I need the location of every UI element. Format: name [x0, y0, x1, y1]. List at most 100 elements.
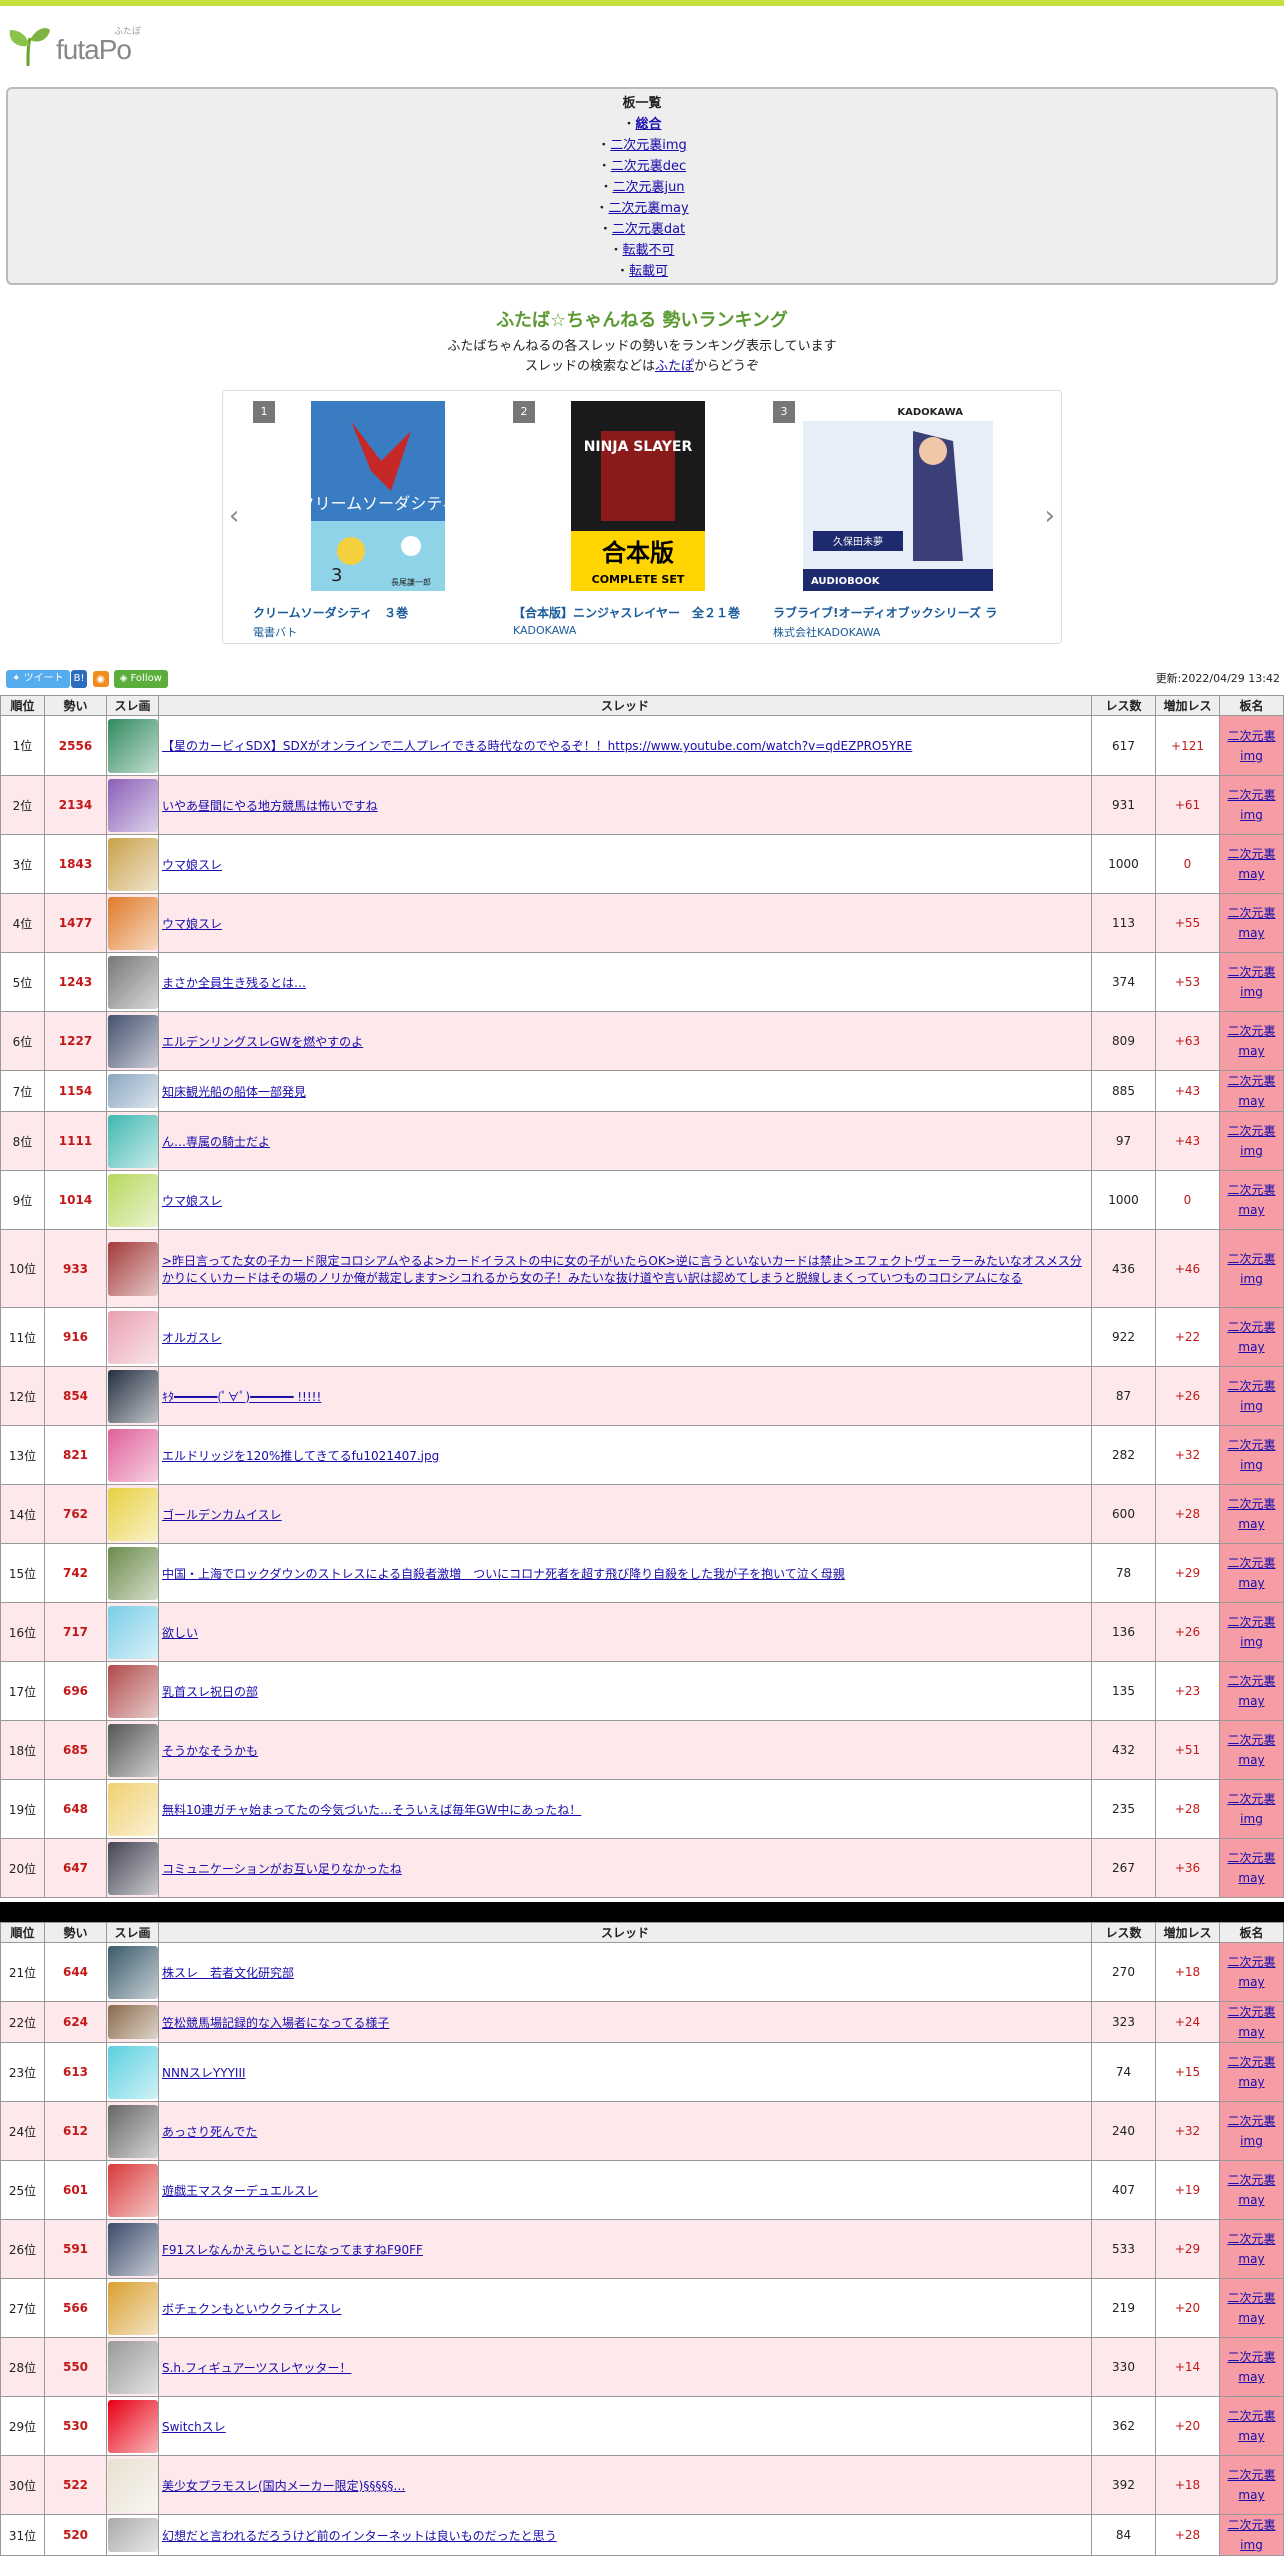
board-link[interactable]: 二次元裏may: [1227, 2232, 1275, 2266]
thread-thumbnail[interactable]: [107, 1074, 158, 1108]
thumb-cell[interactable]: [106, 1425, 159, 1485]
thumb-cell[interactable]: [106, 1661, 159, 1721]
thread-link[interactable]: >昨日言ってた女の子カード限定コロシアムやるよ>カードイラストの中に女の子がいた…: [162, 1254, 1082, 1285]
thumb-cell[interactable]: [106, 1170, 159, 1230]
thumb-cell[interactable]: [106, 775, 159, 835]
thread-thumbnail[interactable]: [107, 1782, 158, 1836]
board-link[interactable]: 二次元裏jun: [612, 180, 684, 195]
rss-icon[interactable]: ◉: [92, 670, 109, 687]
board-link[interactable]: 二次元裏may: [1227, 2005, 1275, 2039]
thumb-cell[interactable]: [106, 2219, 159, 2279]
thread-thumbnail[interactable]: [107, 2281, 158, 2335]
thread-link[interactable]: いやあ昼間にやる地方競馬は怖いですね: [162, 799, 378, 813]
board-link[interactable]: 総合: [636, 117, 662, 132]
board-link[interactable]: 二次元裏img: [1227, 1252, 1275, 1286]
thumb-cell[interactable]: [106, 834, 159, 894]
thread-thumbnail[interactable]: [107, 778, 158, 832]
thread-thumbnail[interactable]: [107, 837, 158, 891]
thread-thumbnail[interactable]: [107, 1241, 158, 1296]
thread-thumbnail[interactable]: [107, 2045, 158, 2099]
thread-link[interactable]: 株スレ 若者文化研究部: [162, 1966, 294, 1980]
thread-link[interactable]: ウマ娘スレ: [162, 917, 222, 931]
thread-thumbnail[interactable]: [107, 2340, 158, 2394]
thumb-cell[interactable]: [106, 1307, 159, 1367]
board-link[interactable]: 二次元裏may: [1227, 1183, 1275, 1217]
hatena-bookmark-button[interactable]: B!: [70, 669, 88, 688]
board-link[interactable]: 二次元裏img: [1227, 2114, 1275, 2148]
board-link[interactable]: 二次元裏may: [1227, 1851, 1275, 1885]
tweet-button[interactable]: ✦ ツイート: [6, 669, 70, 688]
board-link[interactable]: 二次元裏may: [1227, 1074, 1275, 1108]
board-link[interactable]: 二次元裏may: [1227, 2055, 1275, 2089]
board-link[interactable]: 二次元裏img: [1227, 1124, 1275, 1158]
book-cover-3[interactable]: KADOKAWA 久保田未夢 AUDIOBOOK: [803, 401, 993, 591]
thread-link[interactable]: ゴールデンカムイスレ: [162, 1508, 282, 1522]
thread-link[interactable]: Switchスレ: [162, 2420, 226, 2434]
slide-title[interactable]: 【合本版】ニンジャスレイヤー 全２１巻: [513, 604, 763, 621]
thread-thumbnail[interactable]: [107, 1173, 158, 1227]
thumb-cell[interactable]: [106, 1720, 159, 1780]
thumb-cell[interactable]: [106, 2001, 159, 2043]
thumb-cell[interactable]: [106, 715, 159, 776]
thumb-cell[interactable]: [106, 1543, 159, 1603]
board-item-zatsudan[interactable]: ・雑談: [8, 282, 1276, 283]
thumb-cell[interactable]: [106, 1838, 159, 1898]
board-link[interactable]: 二次元裏may: [1227, 2409, 1275, 2443]
carousel-slide-2[interactable]: 2 NINJA SLAYER 合本版 COMPLETE SET 【合本版】ニンジ…: [513, 401, 753, 641]
thumb-cell[interactable]: [106, 2337, 159, 2397]
thread-link[interactable]: 幻想だと言われるだろうけど前のインターネットは良いものだったと思う: [162, 2529, 557, 2543]
thread-thumbnail[interactable]: [107, 1114, 158, 1168]
thumb-cell[interactable]: [106, 1229, 159, 1308]
thumb-cell[interactable]: [106, 952, 159, 1012]
carousel-slide-3[interactable]: 3 KADOKAWA 久保田未夢 AUDIOBOOK ラブライブ!オーディオブッ…: [773, 401, 1013, 641]
board-item-jun[interactable]: ・二次元裏jun: [8, 177, 1276, 198]
board-link[interactable]: 二次元裏img: [1227, 965, 1275, 999]
thread-thumbnail[interactable]: [107, 955, 158, 1009]
board-link[interactable]: 二次元裏img: [1227, 729, 1275, 763]
thread-link[interactable]: 笠松競馬場記録的な入場者になってる様子: [162, 2016, 389, 2030]
board-link[interactable]: 二次元裏may: [1227, 1024, 1275, 1058]
board-link[interactable]: 二次元裏img: [1227, 1438, 1275, 1472]
thread-link[interactable]: 無料10連ガチャ始まってたの今気づいた…そういえば毎年GW中にあったね！: [162, 1803, 581, 1817]
board-link[interactable]: 二次元裏may: [1227, 2468, 1275, 2502]
board-link[interactable]: 転載不可: [623, 243, 675, 258]
board-link[interactable]: 二次元裏may: [1227, 906, 1275, 940]
board-item-may[interactable]: ・二次元裏may: [8, 198, 1276, 219]
thread-thumbnail[interactable]: [107, 718, 158, 773]
book-cover-1[interactable]: クリームソーダシティ 3 長尾謙一郎: [311, 401, 445, 591]
thread-link[interactable]: 遊戯王マスターデュエルスレ: [162, 2184, 318, 2198]
thumb-cell[interactable]: [106, 893, 159, 953]
thread-thumbnail[interactable]: [107, 1605, 158, 1659]
board-link[interactable]: 二次元裏may: [1227, 1733, 1275, 1767]
thumb-cell[interactable]: [106, 1942, 159, 2002]
thread-thumbnail[interactable]: [107, 1945, 158, 1999]
thread-thumbnail[interactable]: [107, 1546, 158, 1600]
board-link[interactable]: 二次元裏img: [1227, 1615, 1275, 1649]
board-link[interactable]: 二次元裏img: [1227, 2518, 1275, 2552]
thread-link[interactable]: F91スレなんかえらいことになってますねF90FF: [162, 2243, 423, 2257]
thumb-cell[interactable]: [106, 2278, 159, 2338]
board-link[interactable]: 二次元裏img: [1227, 1379, 1275, 1413]
board-link[interactable]: 二次元裏may: [608, 201, 688, 216]
thread-thumbnail[interactable]: [107, 1428, 158, 1482]
thread-link[interactable]: 知床観光船の船体一部発見: [162, 1085, 306, 1099]
board-link[interactable]: 二次元裏may: [1227, 1320, 1275, 1354]
thread-link[interactable]: そうかなそうかも: [162, 1744, 258, 1758]
thread-link[interactable]: エルドリッジを120%推してきてるfu1021407.jpg: [162, 1449, 439, 1463]
thumb-cell[interactable]: [106, 2396, 159, 2456]
thread-thumbnail[interactable]: [107, 1014, 158, 1068]
thread-thumbnail[interactable]: [107, 1487, 158, 1541]
thumb-cell[interactable]: [106, 2514, 159, 2556]
thumb-cell[interactable]: [106, 1070, 159, 1112]
thread-thumbnail[interactable]: [107, 2518, 158, 2552]
thread-thumbnail[interactable]: [107, 2222, 158, 2276]
board-link[interactable]: 二次元裏may: [1227, 2291, 1275, 2325]
board-link[interactable]: 二次元裏may: [1227, 1556, 1275, 1590]
thumb-cell[interactable]: [106, 1779, 159, 1839]
thread-link[interactable]: ｷﾀ━━━━━━(ﾟ∀ﾟ)━━━━━━ !!!!!: [162, 1390, 321, 1404]
board-link[interactable]: 二次元裏may: [1227, 1497, 1275, 1531]
thread-link[interactable]: オルガスレ: [162, 1331, 222, 1345]
thread-thumbnail[interactable]: [107, 2458, 158, 2512]
thread-thumbnail[interactable]: [107, 1723, 158, 1777]
thread-link[interactable]: ウマ娘スレ: [162, 858, 222, 872]
